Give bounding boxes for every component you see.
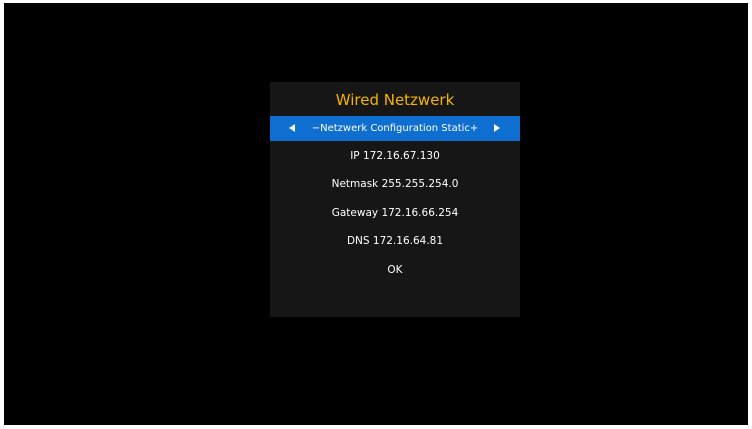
screen-background: Wired Netzwerk −Netzwerk Configuration S…	[4, 3, 748, 425]
netmask-item[interactable]: Netmask 255.255.254.0	[270, 174, 520, 194]
wired-network-dialog: Wired Netzwerk −Netzwerk Configuration S…	[270, 82, 520, 317]
network-configuration-label: −Netzwerk Configuration Static+	[311, 123, 479, 134]
ok-button[interactable]: OK	[270, 260, 520, 280]
gateway-item[interactable]: Gateway 172.16.66.254	[270, 203, 520, 223]
ip-address-item[interactable]: IP 172.16.67.130	[270, 146, 520, 166]
triangle-left-icon[interactable]	[289, 124, 295, 132]
dns-item[interactable]: DNS 172.16.64.81	[270, 231, 520, 251]
network-configuration-selector[interactable]: −Netzwerk Configuration Static+	[270, 116, 520, 141]
triangle-right-icon[interactable]	[494, 124, 500, 132]
dialog-title: Wired Netzwerk	[335, 91, 455, 109]
